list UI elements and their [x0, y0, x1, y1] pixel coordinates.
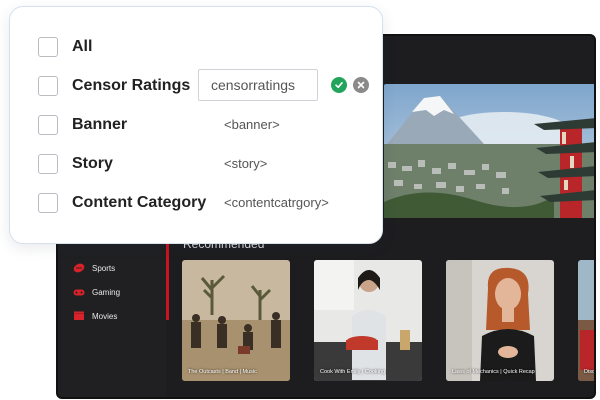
- checkbox[interactable]: [38, 193, 58, 213]
- filter-row-all[interactable]: All: [38, 35, 92, 59]
- gamepad-icon: [72, 287, 86, 297]
- hero-banner-image[interactable]: [384, 84, 594, 218]
- filter-label: Banner: [72, 116, 128, 133]
- clapperboard-icon: [72, 311, 86, 321]
- story-tag: <story>: [224, 156, 268, 171]
- sidebar-item-gaming[interactable]: Gaming: [72, 284, 120, 300]
- content-card[interactable]: Cook With Emily | Cooking: [314, 260, 422, 381]
- sidebar-item-label: Gaming: [92, 287, 121, 297]
- checkbox[interactable]: [38, 115, 58, 135]
- sports-icon: [72, 263, 86, 273]
- checkbox[interactable]: [38, 37, 58, 57]
- sidebar-accent-bar: [166, 234, 169, 320]
- card-caption: Cook With Emily | Cooking: [320, 369, 386, 375]
- filter-row-content-category[interactable]: Content Category: [38, 191, 206, 215]
- filter-panel: All Censor Ratings Banner <banner> Story…: [9, 6, 383, 244]
- content-card[interactable]: Disc: [578, 260, 595, 381]
- checkbox[interactable]: [38, 154, 58, 174]
- content-category-tag: <contentcatrgory>: [224, 195, 329, 210]
- sidebar-item-label: Movies: [92, 311, 118, 321]
- filter-label: Story: [72, 155, 113, 172]
- card-caption: Disc: [584, 369, 595, 375]
- filter-row-censor-ratings[interactable]: Censor Ratings: [38, 74, 190, 98]
- filter-label: Censor Ratings: [72, 77, 191, 94]
- content-card[interactable]: The Outcasts | Band | Music: [182, 260, 290, 381]
- checkbox[interactable]: [38, 76, 58, 96]
- filter-label: All: [72, 38, 93, 55]
- sidebar-item-movies[interactable]: Movies: [72, 308, 117, 324]
- censor-ratings-input[interactable]: [198, 69, 318, 101]
- close-circle-icon[interactable]: [353, 77, 369, 93]
- filter-label: Content Category: [72, 194, 207, 211]
- check-circle-icon[interactable]: [331, 77, 347, 93]
- content-card[interactable]: Laws of Mechanics | Quick Recap: [446, 260, 554, 381]
- filter-row-banner[interactable]: Banner: [38, 113, 127, 137]
- card-caption: Laws of Mechanics | Quick Recap: [452, 369, 535, 375]
- banner-tag: <banner>: [224, 117, 280, 132]
- card-caption: The Outcasts | Band | Music: [188, 369, 257, 375]
- sidebar-item-sports[interactable]: Sports: [72, 260, 115, 276]
- filter-row-story[interactable]: Story: [38, 152, 113, 176]
- sidebar-item-label: Sports: [92, 263, 116, 273]
